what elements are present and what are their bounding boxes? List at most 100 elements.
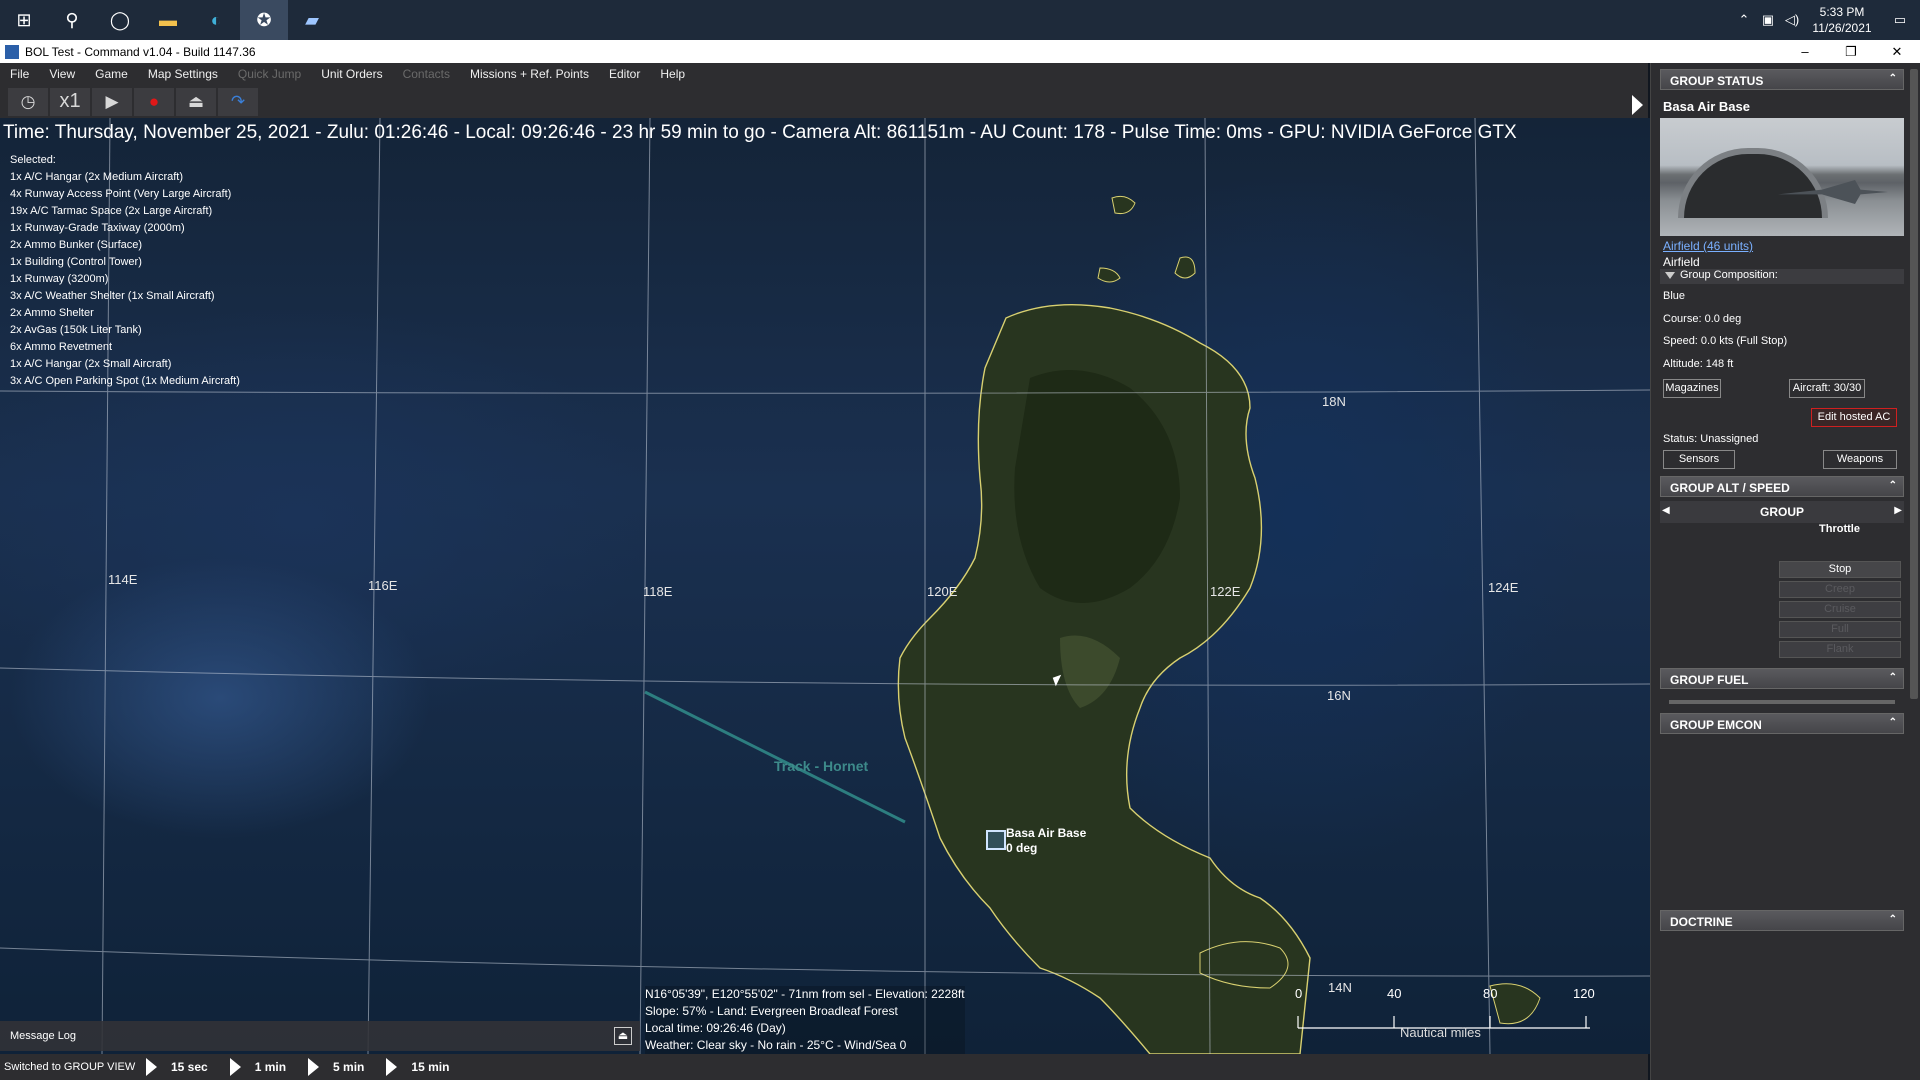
group-alt-speed-header[interactable]: GROUP ALT / SPEED ⌃ [1660, 476, 1904, 497]
minimize-button[interactable]: – [1782, 40, 1828, 63]
time-compression[interactable]: x1 [50, 87, 90, 116]
sensors-button[interactable]: Sensors [1663, 450, 1735, 469]
search-icon[interactable]: ⚲ [48, 0, 96, 40]
throttle-creep-button[interactable]: Creep [1779, 581, 1901, 598]
clock-time: 5:33 PM [1819, 5, 1865, 19]
windows-start-icon[interactable]: ⊞ [0, 0, 48, 40]
airbase-icon[interactable] [986, 830, 1006, 850]
airbase-label[interactable]: Basa Air Base 0 deg [1006, 826, 1086, 856]
group-status-header[interactable]: GROUP STATUS ⌃ [1660, 69, 1904, 90]
cortana-icon[interactable]: ◯ [96, 0, 144, 40]
play-icon[interactable]: ▶ [92, 87, 132, 116]
step-15-sec-button[interactable]: 15 sec [146, 1058, 208, 1076]
record-icon[interactable]: ● [134, 87, 174, 116]
lon-label-118e: 118E [643, 584, 673, 599]
command-app-icon[interactable]: ✪ [240, 0, 288, 40]
notifications-icon[interactable]: ▭ [1880, 12, 1920, 28]
message-log[interactable]: Message Log ⏏ [0, 1021, 640, 1051]
airfield-units-link[interactable]: Airfield (46 units) [1663, 239, 1753, 253]
volume-icon[interactable]: ◁) [1780, 12, 1804, 28]
collapse-icon[interactable]: ⌃ [1889, 480, 1897, 491]
collapse-icon[interactable]: ⌃ [1889, 73, 1897, 84]
step-label: 15 min [411, 1060, 450, 1074]
alt-speed-selector: ◀ GROUP ▶ [1660, 501, 1904, 523]
selected-item: 1x A/C Hangar (2x Small Aircraft) [10, 358, 172, 370]
magazines-button[interactable]: Magazines [1663, 379, 1721, 398]
maximize-button[interactable]: ❐ [1828, 40, 1874, 63]
selected-item: 1x Runway (3200m) [10, 273, 109, 285]
selected-item: 3x A/C Weather Shelter (1x Small Aircraf… [10, 290, 215, 302]
group-emcon-header[interactable]: GROUP EMCON ⌃ [1660, 713, 1904, 734]
clock[interactable]: 5:33 PM 11/26/2021 [1804, 4, 1880, 36]
tactical-map[interactable]: Time: Thursday, November 25, 2021 - Zulu… [0, 118, 1650, 1054]
close-button[interactable]: ✕ [1874, 40, 1920, 63]
selected-item: 2x AvGas (150k Liter Tank) [10, 324, 142, 336]
throttle-cruise-button[interactable]: Cruise [1779, 601, 1901, 618]
chevron-right-icon[interactable]: ▶ [1894, 505, 1902, 516]
selected-item: 1x A/C Hangar (2x Medium Aircraft) [10, 171, 184, 183]
batanes-island [1111, 195, 1136, 214]
file-explorer-icon[interactable]: ▬ [144, 0, 192, 40]
window-title: BOL Test - Command v1.04 - Build 1147.36 [25, 44, 256, 59]
lon-label-114e: 114E [108, 572, 138, 587]
notepad-icon[interactable]: ▰ [288, 0, 336, 40]
selected-list: Selected: 1x A/C Hangar (2x Medium Aircr… [10, 152, 240, 390]
panel-collapse-button[interactable] [1627, 85, 1648, 125]
toolbar: ◷ x1 ▶ ● ⏏ ↷ [0, 85, 1648, 118]
collapse-icon[interactable]: ⌃ [1889, 717, 1897, 728]
alt-group-label: GROUP [1759, 505, 1804, 519]
group-fuel-header[interactable]: GROUP FUEL ⌃ [1660, 668, 1904, 689]
play-icon [146, 1058, 157, 1076]
menu-map-settings[interactable]: Map Settings [138, 67, 228, 81]
doctrine-header[interactable]: DOCTRINE ⌃ [1660, 910, 1904, 931]
throttle-full-button[interactable]: Full [1779, 621, 1901, 638]
menu-view[interactable]: View [39, 67, 85, 81]
menu-game[interactable]: Game [85, 67, 138, 81]
selected-item: 19x A/C Tarmac Space (2x Large Aircraft) [10, 205, 213, 217]
cursor-terrain: Slope: 57% - Land: Evergreen Broadleaf F… [645, 1004, 898, 1018]
clock-icon[interactable]: ◷ [8, 87, 48, 116]
play-icon [229, 1058, 241, 1076]
play-icon [386, 1058, 398, 1076]
throttle-stop-button[interactable]: Stop [1779, 561, 1901, 578]
lat-label-18n: 18N [1322, 394, 1346, 409]
weapons-button[interactable]: Weapons [1823, 450, 1897, 469]
lon-label-120e: 120E [927, 584, 958, 599]
menu-file[interactable]: File [0, 67, 39, 81]
cursor-coords: N16°05'39", E120°55'02" - 71nm from sel … [645, 987, 965, 1001]
chevron-down-icon [1665, 272, 1675, 279]
step-15-min-button[interactable]: 15 min [386, 1058, 449, 1076]
collapse-icon[interactable]: ⌃ [1889, 672, 1897, 683]
unit-speed: Speed: 0.0 kts (Full Stop) [1663, 335, 1788, 347]
menu-help[interactable]: Help [650, 67, 695, 81]
selected-header: Selected: [10, 154, 56, 166]
collapse-icon[interactable]: ⌃ [1889, 914, 1897, 925]
edge-icon[interactable]: ◐ [192, 0, 240, 40]
selected-item: 2x Ammo Bunker (Surface) [10, 239, 143, 251]
menu-missions[interactable]: Missions + Ref. Points [460, 67, 599, 81]
menu-contacts[interactable]: Contacts [393, 67, 460, 81]
step-1-min-button[interactable]: 1 min [229, 1058, 286, 1076]
runway-icon[interactable]: ⏏ [176, 87, 216, 116]
menu-editor[interactable]: Editor [599, 67, 650, 81]
map-terrain [0, 118, 1650, 1054]
redo-arrow-icon[interactable]: ↷ [218, 87, 258, 116]
edit-hosted-ac-button[interactable]: Edit hosted AC [1811, 408, 1897, 427]
panel-scrollbar[interactable] [1910, 69, 1918, 699]
windows-taskbar: ⊞ ⚲ ◯ ▬ ◐ ✪ ▰ ⌃ ▣ ◁) 5:33 PM 11/26/2021 … [0, 0, 1920, 40]
group-composition-toggle[interactable]: Group Composition: [1660, 269, 1904, 284]
fuel-bar [1669, 700, 1895, 704]
scale-num: 80 [1483, 986, 1498, 1001]
menu-unit-orders[interactable]: Unit Orders [311, 67, 392, 81]
chevron-up-icon[interactable]: ⌃ [1732, 12, 1756, 28]
step-label: 5 min [333, 1060, 365, 1074]
track-label[interactable]: Track - Hornet [774, 758, 868, 774]
step-5-min-button[interactable]: 5 min [308, 1058, 364, 1076]
network-icon[interactable]: ▣ [1756, 12, 1780, 28]
menu-quick-jump[interactable]: Quick Jump [228, 67, 311, 81]
aircraft-button[interactable]: Aircraft: 30/30 [1789, 379, 1865, 398]
throttle-flank-button[interactable]: Flank [1779, 641, 1901, 658]
selected-item: 2x Ammo Shelter [10, 307, 94, 319]
message-log-expand-button[interactable]: ⏏ [614, 1027, 632, 1045]
lon-label-122e: 122E [1210, 584, 1241, 599]
